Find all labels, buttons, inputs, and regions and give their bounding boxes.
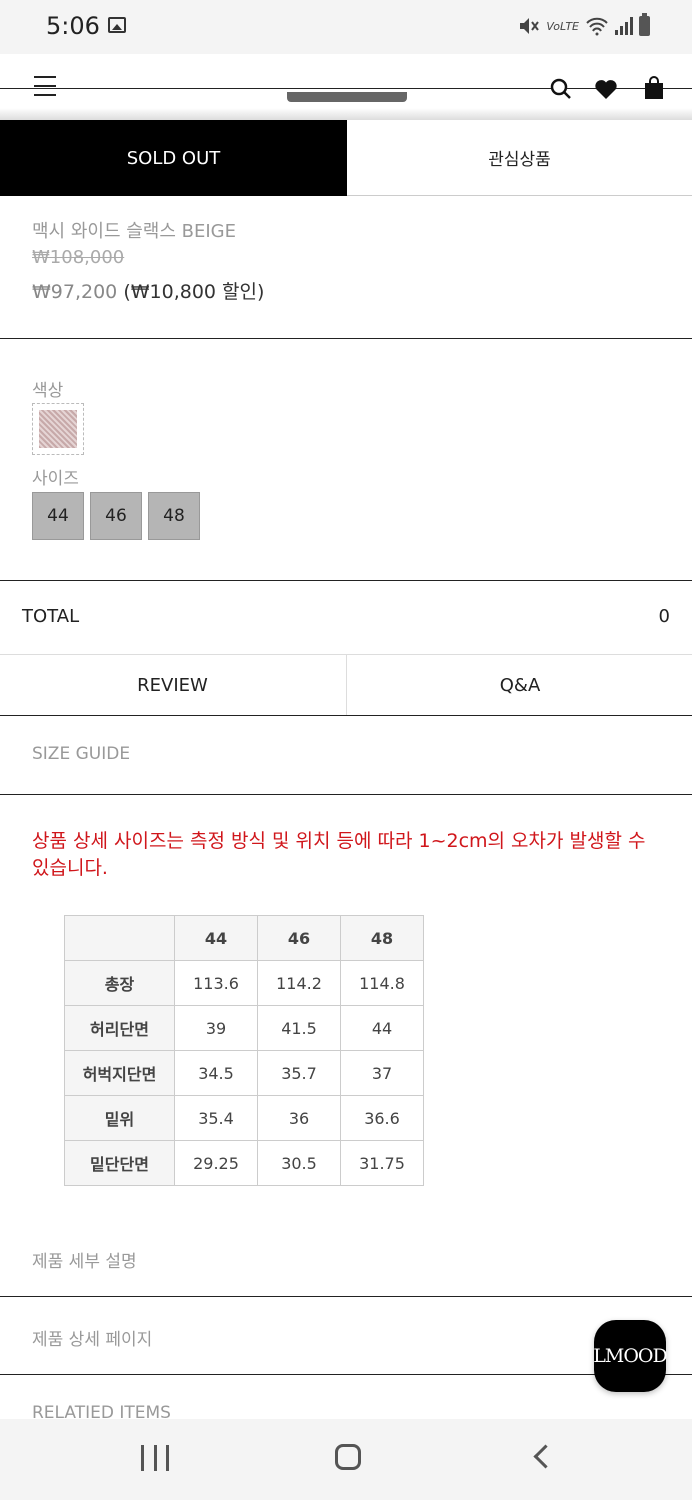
- tab-qna[interactable]: Q&A: [346, 655, 692, 715]
- table-cell: 29.25: [174, 1140, 258, 1186]
- size-guide-header[interactable]: SIZE GUIDE: [32, 744, 130, 764]
- battery-icon: [639, 13, 650, 36]
- row-header: 허리단면: [64, 1005, 175, 1051]
- status-indicators: VoLTE: [518, 13, 650, 38]
- recent-apps-icon[interactable]: [141, 1445, 169, 1471]
- row-header: 밑단단면: [64, 1140, 175, 1186]
- original-price: ₩108,000: [32, 247, 125, 268]
- table-cell: 113.6: [174, 960, 258, 1006]
- status-time: 5:06: [46, 12, 100, 40]
- total-label: TOTAL: [22, 606, 80, 627]
- table-row: 밑위 35.4 36 36.6: [64, 1095, 424, 1141]
- row-header: 밑위: [64, 1095, 175, 1141]
- product-name: 맥시 와이드 슬랙스 BEIGE: [32, 221, 236, 242]
- table-cell: 114.8: [340, 960, 424, 1006]
- header-divider: [0, 88, 692, 89]
- heart-icon[interactable]: [594, 78, 618, 100]
- home-icon[interactable]: [335, 1444, 361, 1470]
- table-cell: 41.5: [257, 1005, 341, 1051]
- size-table: 44 46 48 총장 113.6 114.2 114.8 허리단면 39 41…: [64, 915, 424, 1186]
- sold-out-button[interactable]: SOLD OUT: [0, 120, 347, 196]
- discount-amount: (₩10,800 할인): [123, 281, 265, 303]
- section-divider: [0, 338, 692, 339]
- wishlist-button[interactable]: 관심상품: [347, 120, 692, 196]
- table-cell: 35.7: [257, 1050, 341, 1096]
- table-row: 허벅지단면 34.5 35.7 37: [64, 1050, 424, 1096]
- size-option-48[interactable]: 48: [148, 492, 200, 540]
- gallery-notification-icon: [108, 17, 126, 33]
- table-cell: 44: [340, 1005, 424, 1051]
- lmood-floating-button[interactable]: LMOOD: [593, 1320, 668, 1392]
- row-header: 허벅지단면: [64, 1050, 175, 1096]
- section-divider: [0, 794, 692, 795]
- table-corner-cell: [64, 915, 175, 961]
- size-notice: 상품 상세 사이즈는 측정 방식 및 위치 등에 따라 1~2cm의 오차가 발…: [32, 830, 646, 879]
- table-cell: 30.5: [257, 1140, 341, 1186]
- table-cell: 37: [340, 1050, 424, 1096]
- size-option-44[interactable]: 44: [32, 492, 84, 540]
- row-header: 총장: [64, 960, 175, 1006]
- column-header: 46: [257, 915, 341, 961]
- shopping-bag-icon[interactable]: [643, 76, 665, 100]
- volte-label: VoLTE: [546, 19, 579, 33]
- table-cell: 31.75: [340, 1140, 424, 1186]
- table-cell: 114.2: [257, 960, 341, 1006]
- table-row: 허리단면 39 41.5 44: [64, 1005, 424, 1051]
- search-icon[interactable]: [550, 78, 572, 100]
- section-divider: [0, 580, 692, 581]
- signal-strength-icon: [615, 17, 633, 35]
- table-row: 밑단단면 29.25 30.5 31.75: [64, 1140, 424, 1186]
- table-cell: 35.4: [174, 1095, 258, 1141]
- table-cell: 36.6: [340, 1095, 424, 1141]
- sale-price: ₩97,200: [32, 281, 118, 303]
- section-divider: [0, 715, 692, 716]
- sale-price-line: ₩97,200 (₩10,800 할인): [32, 277, 264, 304]
- header-grip: [287, 92, 407, 102]
- column-header: 48: [340, 915, 424, 961]
- section-detail-page[interactable]: 제품 상세 페이지: [32, 1325, 152, 1350]
- size-label: 사이즈: [32, 469, 79, 489]
- section-detail-description[interactable]: 제품 세부 설명: [32, 1247, 137, 1272]
- table-row: 총장 113.6 114.2 114.8: [64, 960, 424, 1006]
- column-header: 44: [174, 915, 258, 961]
- table-cell: 34.5: [174, 1050, 258, 1096]
- tab-review[interactable]: REVIEW: [0, 655, 345, 715]
- menu-icon[interactable]: [34, 76, 56, 96]
- table-cell: 36: [257, 1095, 341, 1141]
- section-divider: [0, 1374, 692, 1375]
- wifi-icon: [586, 17, 608, 36]
- section-divider: [0, 1296, 692, 1297]
- mute-icon: [520, 18, 540, 34]
- total-value: 0: [658, 606, 670, 627]
- color-swatch-beige[interactable]: [32, 403, 84, 455]
- size-option-46[interactable]: 46: [90, 492, 142, 540]
- table-header-row: 44 46 48: [64, 915, 424, 961]
- table-cell: 39: [174, 1005, 258, 1051]
- color-label: 색상: [32, 381, 64, 401]
